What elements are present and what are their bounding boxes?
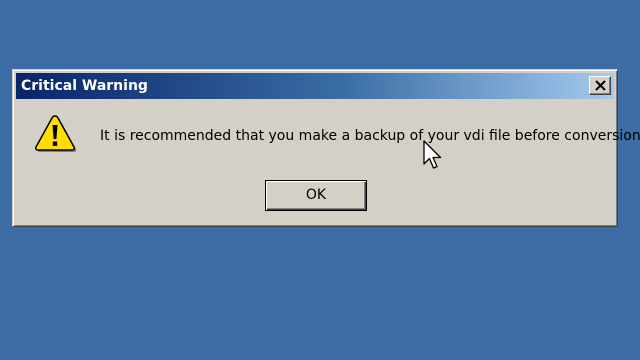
mouse-pointer-icon xyxy=(423,140,442,169)
warning-message: It is recommended that you make a backup… xyxy=(100,128,640,144)
warning-icon xyxy=(35,115,77,152)
dialog-title: Critical Warning xyxy=(21,78,148,94)
ok-button[interactable]: OK xyxy=(265,180,367,211)
close-icon xyxy=(595,80,606,91)
dialog-titlebar[interactable]: Critical Warning xyxy=(16,73,614,99)
close-button[interactable] xyxy=(589,76,611,95)
critical-warning-dialog: Critical Warning It is recommended that … xyxy=(12,69,640,227)
